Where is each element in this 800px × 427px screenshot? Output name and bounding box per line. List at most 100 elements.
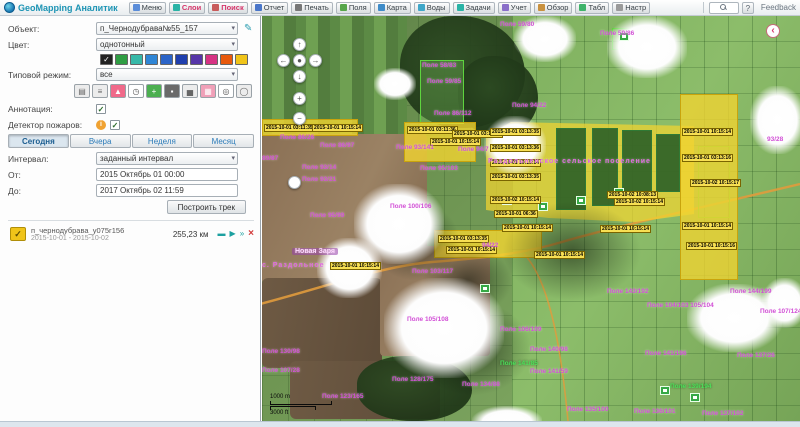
globe-icon[interactable]: ◯ <box>236 84 252 98</box>
pan-right-button[interactable]: → <box>309 54 322 67</box>
date-to-input[interactable] <box>96 184 238 197</box>
target-icon[interactable]: ◎ <box>218 84 234 98</box>
timestamp-chip[interactable]: 2015-10-01 10:15:14 <box>682 128 733 136</box>
timestamp-chip[interactable]: 2015-10-01 03:13:35 <box>490 173 541 181</box>
timestamp-chip[interactable]: 2015-10-01 10:15:14 <box>600 225 651 233</box>
date-from-input[interactable] <box>96 168 238 181</box>
toolbar-button-учет[interactable]: Учет <box>497 1 531 14</box>
zoom-in-button[interactable]: + <box>293 92 306 105</box>
timestamp-chip[interactable]: 2015-10-01 10:15:14 <box>682 222 733 230</box>
field-label: Поле 93/21 <box>302 176 337 183</box>
color-swatch-4[interactable] <box>160 54 173 65</box>
annotation-checkbox[interactable]: ✓ <box>96 103 106 114</box>
color-swatch-6[interactable] <box>190 54 203 65</box>
color-swatch-1[interactable] <box>115 54 128 65</box>
toolbar-button-меню[interactable]: Меню <box>128 1 166 14</box>
interval-select[interactable]: заданный интервал ▾ <box>96 152 238 165</box>
satellite-icon[interactable]: ▪ <box>164 84 180 98</box>
tab-вчера[interactable]: Вчера <box>69 134 131 148</box>
chart-icon[interactable]: ▅ <box>182 84 198 98</box>
search-box[interactable] <box>708 1 739 14</box>
layer-opacity-icon[interactable]: ▬ <box>218 229 226 239</box>
layer-swatch[interactable]: ✓ <box>10 227 26 241</box>
layer-forward-icon[interactable]: » <box>240 229 244 239</box>
pan-down-button[interactable]: ↓ <box>293 70 306 83</box>
timestamp-chip[interactable]: 2015-10-01 03:13:35 <box>490 128 541 136</box>
map-canvas[interactable]: ‹ 1000 m 3000 ft 2015-10-01 03:11:35 2015… <box>262 16 800 421</box>
tab-сегодня[interactable]: Сегодня <box>8 134 69 148</box>
color-select[interactable]: однотонный ▾ <box>96 38 238 51</box>
color-label: Цвет: <box>8 39 30 50</box>
help-button[interactable]: ? <box>741 1 754 14</box>
mode-select[interactable]: все ▾ <box>96 68 238 81</box>
timestamp-chip[interactable]: 2015-10-01 10:15:14 <box>430 138 481 146</box>
toolbar-button-label: Поиск <box>221 3 244 12</box>
toolbar-button-воды[interactable]: Воды <box>413 1 450 14</box>
timestamp-chip[interactable]: 2015-10-01 03:11:35 <box>264 124 315 132</box>
color-swatch-3[interactable] <box>145 54 158 65</box>
toolbar-button-слои[interactable]: Слои <box>168 1 206 14</box>
color-swatch-7[interactable] <box>205 54 218 65</box>
tab-неделя[interactable]: Неделя <box>131 134 193 148</box>
bottom-bar <box>0 421 800 427</box>
build-track-button[interactable]: Построить трек <box>166 200 246 214</box>
info-icon[interactable]: i <box>96 119 106 130</box>
clock-icon[interactable]: ◷ <box>128 84 144 98</box>
timestamp-chip[interactable]: 2015-10-02 10:15:14 <box>490 196 541 204</box>
fire-icon[interactable]: ▲ <box>110 84 126 98</box>
image-icon[interactable]: ▤ <box>74 84 90 98</box>
map-marker[interactable] <box>288 176 301 189</box>
ndvi-icon[interactable]: + <box>146 84 162 98</box>
edit-object-icon[interactable]: ✎ <box>244 23 252 34</box>
timestamp-chip[interactable]: 2015-10-02 10:15:17 <box>690 179 741 187</box>
field-marker-icon[interactable] <box>480 284 490 293</box>
field-label: Поле 104/103 105/104 <box>647 302 714 309</box>
toolbar-button-задачи[interactable]: Задачи <box>452 1 495 14</box>
timestamp-chip[interactable]: 2015-10-01 03:11:36 <box>407 126 458 134</box>
field-marker-icon[interactable] <box>660 386 670 395</box>
pan-left-button[interactable]: ← <box>277 54 290 67</box>
zoom-out-button[interactable]: − <box>293 112 306 125</box>
timestamp-chip[interactable]: 2015-10-01 03:13:16 <box>682 154 733 162</box>
timestamp-chip[interactable]: 2015-10-01 03:13:36 <box>490 144 541 152</box>
toolbar-button-настр[interactable]: Настр <box>612 1 651 14</box>
layer-remove-icon[interactable]: × <box>248 229 254 239</box>
toolbar-button-label: Печать <box>304 3 329 12</box>
toolbar-button-обзор[interactable]: Обзор <box>533 1 573 14</box>
toolbar-button-label: Обзор <box>546 3 569 12</box>
color-swatch-5[interactable] <box>175 54 188 65</box>
color-swatch-9[interactable] <box>235 54 248 65</box>
timestamp-chip[interactable]: 2015-10-01 10:15:16 <box>686 242 737 250</box>
timestamp-chip[interactable]: 2015-10-01 10:15:14 <box>502 224 553 232</box>
timestamp-chip[interactable]: 2015-10-01 10:15:14 <box>312 124 363 132</box>
timestamp-chip[interactable]: 2015-10-01 06:36 <box>494 210 538 218</box>
color-swatch-8[interactable] <box>220 54 233 65</box>
object-select[interactable]: п_Чернодубрава№55_157 ▾ <box>96 22 238 35</box>
timestamp-chip[interactable]: 2015-10-01 10:15:14 <box>534 251 585 259</box>
timestamp-chip[interactable]: 2015-10-02 10:15:14 <box>614 198 665 206</box>
pan-up-button[interactable]: ↑ <box>293 38 306 51</box>
app-logo[interactable]: GeoMapping Аналитик <box>4 2 118 13</box>
layer-list-item[interactable]: ✓ п_чернодубрава_у075г156 2015-10-01 - 2… <box>8 220 254 247</box>
field-marker-icon[interactable] <box>576 196 586 205</box>
feedback-link[interactable]: Feedback <box>761 3 796 12</box>
toolbar-button-табл[interactable]: Табл <box>575 1 610 14</box>
layer-play-icon[interactable]: ▶ <box>230 229 236 239</box>
grid-icon[interactable]: ▦ <box>200 84 216 98</box>
toolbar-button-карта[interactable]: Карта <box>373 1 411 14</box>
toolbar-button-отчет[interactable]: Отчет <box>250 1 289 14</box>
toolbar-button-поля[interactable]: Поля <box>335 1 371 14</box>
collapse-panel-button[interactable]: ‹ <box>766 24 780 38</box>
fire-detector-checkbox[interactable]: ✓ <box>110 119 120 130</box>
color-swatch-0[interactable]: ✓ <box>100 54 113 65</box>
field-marker-icon[interactable] <box>690 393 700 402</box>
toolbar-button-печать[interactable]: Печать <box>291 1 333 14</box>
timestamp-chip[interactable]: 2015-10-01 10:15:14 <box>330 262 381 270</box>
pan-center-button[interactable]: ● <box>293 54 306 67</box>
stack-icon[interactable]: ≡ <box>92 84 108 98</box>
tab-месяц[interactable]: Месяц <box>193 134 254 148</box>
color-swatch-row: ✓ <box>100 54 254 65</box>
toolbar-button-поиск[interactable]: Поиск <box>208 1 248 14</box>
map-patch-yellowcol <box>680 94 738 280</box>
color-swatch-2[interactable] <box>130 54 143 65</box>
